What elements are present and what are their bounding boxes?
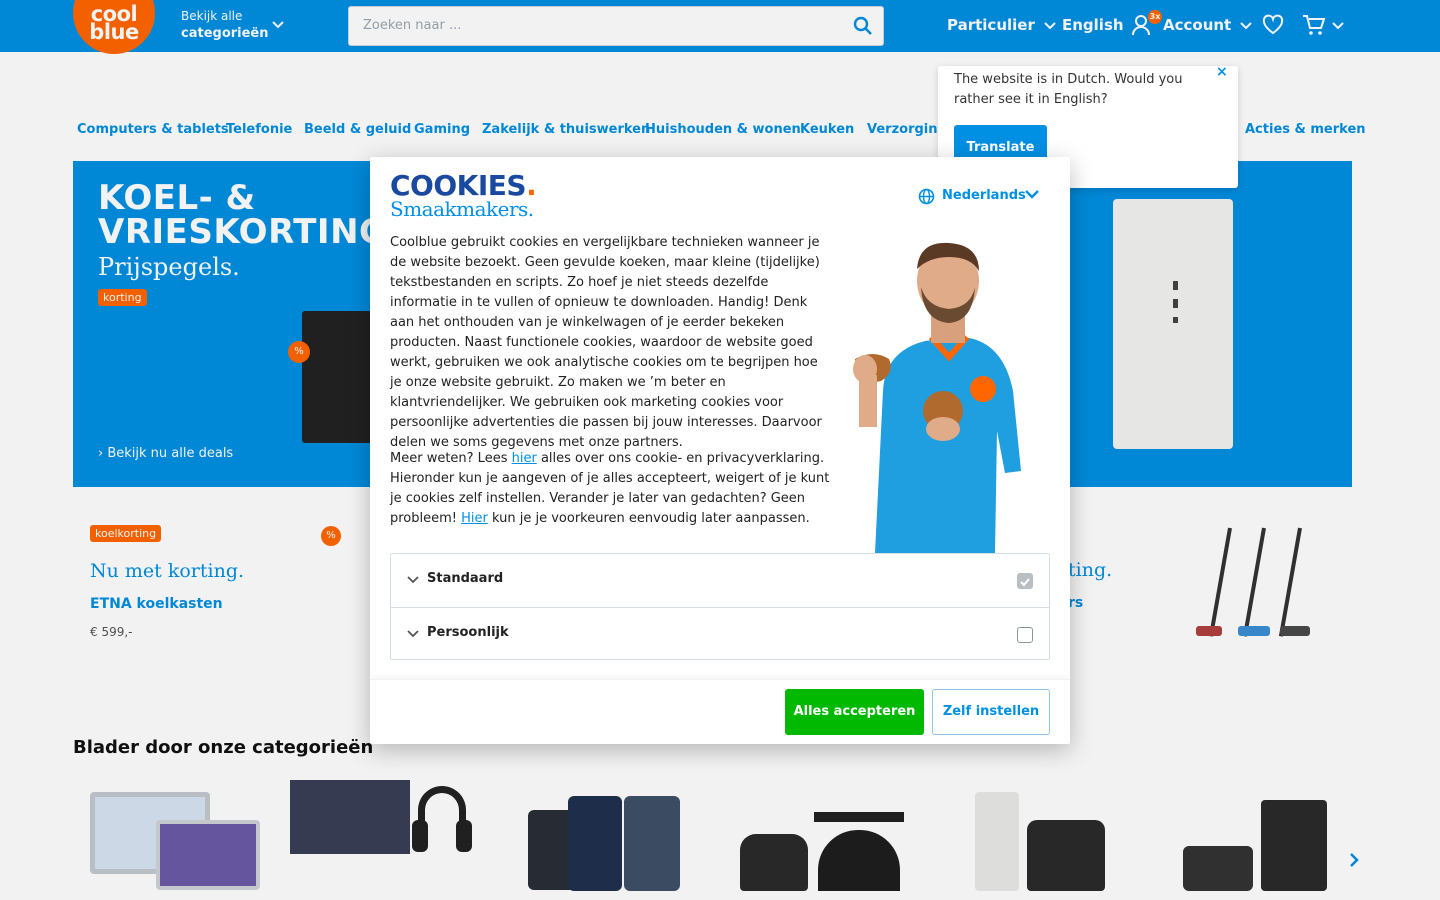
language-selector-label: Nederlands	[942, 188, 1026, 203]
cookie-modal-footer: Alles accepteren Zelf instellen	[370, 679, 1070, 744]
accept-all-button[interactable]: Alles accepteren	[785, 689, 924, 735]
cookie-options: Standaard Persoonlijk	[390, 553, 1050, 660]
standaard-checkbox[interactable]	[1017, 573, 1033, 589]
cookie-description: Coolblue gebruikt cookies en vergelijkba…	[390, 235, 822, 450]
configure-cookies-button[interactable]: Zelf instellen	[932, 689, 1050, 735]
cookie-option-standaard[interactable]: Standaard	[391, 554, 1049, 607]
cookie-option-label: Persoonlijk	[427, 625, 509, 640]
cookie-more-info: Meer weten? Lees hier alles over ons coo…	[390, 449, 830, 529]
cookie-option-persoonlijk[interactable]: Persoonlijk	[391, 607, 1049, 660]
chevron-down-icon	[407, 576, 419, 584]
chevron-down-icon	[407, 630, 419, 638]
more-info-prefix: Meer weten? Lees	[390, 451, 512, 466]
translate-popup-text: The website is in Dutch. Would you rathe…	[954, 72, 1183, 107]
cookies-logo-subtitle: Smaakmakers.	[390, 197, 534, 221]
preferences-link[interactable]: Hier	[461, 511, 488, 526]
chevron-down-icon	[1025, 190, 1039, 199]
close-icon[interactable]: ×	[1216, 64, 1228, 80]
globe-icon	[918, 188, 935, 205]
cookie-consent-modal: COOKIES. Smaakmakers. Nederlands Coolblu…	[370, 157, 1070, 744]
persoonlijk-checkbox[interactable]	[1017, 627, 1033, 643]
checkmark-icon	[1020, 578, 1030, 587]
preferences-suffix: kun je je voorkeuren eenvoudig later aan…	[487, 511, 810, 526]
cookie-option-label: Standaard	[427, 571, 504, 586]
privacy-statement-link[interactable]: hier	[512, 451, 537, 466]
employee-with-cookies-image	[853, 242, 1021, 553]
